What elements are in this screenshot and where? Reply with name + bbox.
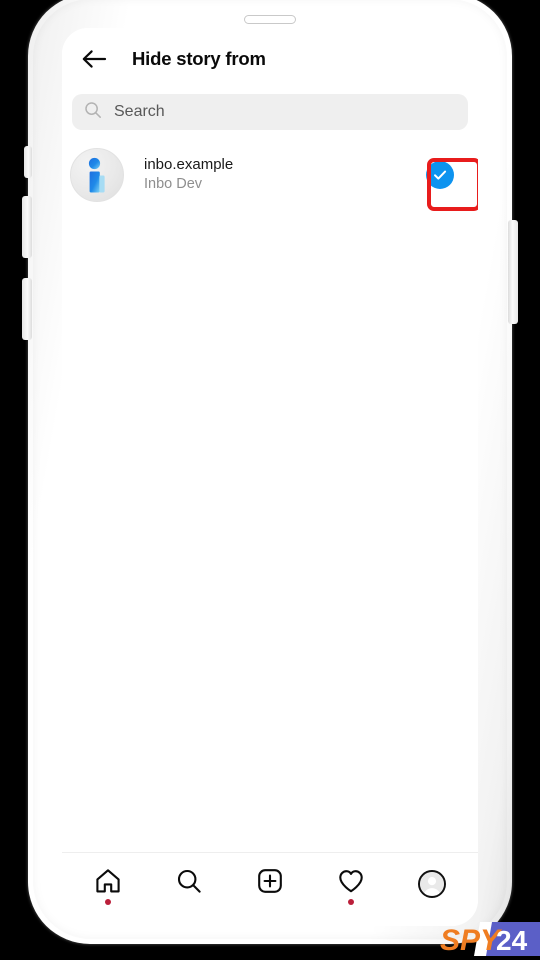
search-bar[interactable]	[72, 94, 468, 130]
nav-item-create[interactable]	[242, 861, 298, 907]
earpiece-speaker	[244, 15, 296, 24]
list-item[interactable]: inbo.example Inbo Dev	[62, 140, 478, 210]
search-glass-icon	[175, 867, 203, 900]
home-badge-dot	[105, 898, 112, 905]
activity-badge-dot	[347, 898, 354, 905]
arrow-left-icon	[81, 48, 107, 70]
spy24-watermark: SPY 24	[440, 916, 540, 958]
nav-item-home[interactable]	[80, 861, 136, 907]
search-section	[62, 90, 478, 140]
fullname-label: Inbo Dev	[144, 176, 203, 193]
plus-square-icon	[256, 867, 284, 900]
volume-down-button[interactable]	[22, 278, 32, 340]
watermark-secondary-text: 24	[496, 925, 528, 956]
check-circle-icon[interactable]	[426, 161, 454, 189]
nav-item-profile[interactable]	[404, 861, 460, 907]
page-title: Hide story from	[132, 48, 266, 69]
silent-switch-button[interactable]	[24, 146, 32, 178]
home-icon	[94, 867, 122, 900]
volume-up-button[interactable]	[22, 196, 32, 258]
selection-toggle-cell[interactable]	[412, 147, 468, 203]
screen-header: Hide story from	[62, 28, 478, 90]
screenshot-root: Hide story from Search inbo.example Inbo…	[0, 0, 540, 960]
nav-item-search[interactable]	[161, 861, 217, 907]
avatar	[70, 148, 124, 202]
watermark-primary-text: SPY	[440, 924, 503, 957]
bottom-navigation-bar	[62, 852, 478, 926]
search-input[interactable]	[114, 103, 456, 121]
search-icon	[84, 101, 102, 124]
back-button[interactable]	[74, 39, 114, 79]
power-button[interactable]	[508, 220, 518, 324]
username-label: inbo.example	[144, 156, 234, 174]
user-list: inbo.example Inbo Dev	[62, 140, 478, 210]
profile-avatar-icon	[417, 869, 446, 898]
phone-screen: Hide story from Search inbo.example Inbo…	[62, 28, 478, 926]
nav-item-activity[interactable]	[323, 861, 379, 907]
user-text-block: inbo.example Inbo Dev	[144, 155, 412, 195]
heart-icon	[337, 867, 365, 900]
